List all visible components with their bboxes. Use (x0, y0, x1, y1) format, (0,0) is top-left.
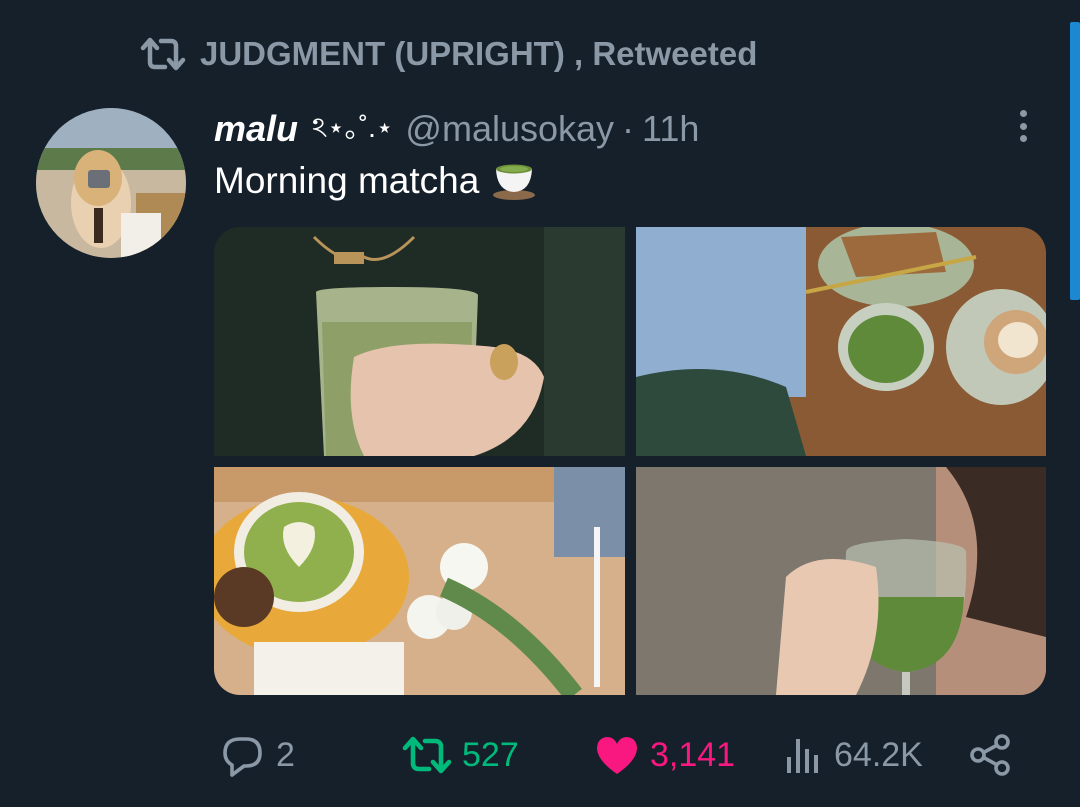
like-count: 3,141 (650, 735, 736, 774)
reply-button[interactable]: 2 (218, 720, 295, 790)
retweet-button[interactable]: 527 (402, 720, 519, 790)
timestamp[interactable]: 11h (642, 108, 699, 150)
retweet-banner-text[interactable]: JUDGMENT (UPRIGHT) , Retweeted (200, 35, 757, 73)
name-decoration: ঽ⋆｡˚.⋆ (312, 111, 394, 143)
views-icon (787, 739, 818, 773)
views-count: 64.2K (834, 735, 923, 774)
share-icon (970, 734, 1010, 776)
more-options-icon[interactable] (1008, 106, 1038, 146)
tweet-header: malu ঽ⋆｡˚.⋆ @malusokay · 11h (214, 104, 699, 154)
retweet-banner: JUDGMENT (UPRIGHT) , Retweeted (140, 32, 757, 76)
heart-icon (597, 737, 637, 774)
tweet-text: Morning matcha (214, 160, 537, 202)
photo-iced-matcha-table[interactable] (636, 227, 1046, 456)
separator: · (622, 108, 635, 149)
retweet-icon (140, 37, 186, 71)
photo-matcha-glass[interactable] (214, 227, 625, 456)
user-handle[interactable]: @malusokay (405, 108, 614, 150)
retweet-icon (402, 736, 452, 774)
scrollbar[interactable] (1070, 22, 1080, 300)
media-grid (214, 227, 1046, 695)
like-button[interactable]: 3,141 (594, 720, 735, 790)
avatar[interactable] (36, 108, 186, 258)
views-button[interactable]: 64.2K (784, 720, 923, 790)
teacup-icon (493, 164, 536, 200)
action-bar: 2 527 3,141 64.2K (0, 720, 1080, 790)
photo-matcha-latte-flowers[interactable] (214, 467, 625, 695)
display-name[interactable]: malu (214, 108, 298, 150)
retweet-count: 527 (462, 735, 519, 774)
reply-count: 2 (276, 735, 295, 774)
reply-icon (223, 737, 262, 777)
photo-matcha-wine-glass[interactable] (636, 467, 1046, 695)
share-button[interactable] (968, 720, 1012, 790)
tweet-body: Morning matcha (214, 160, 480, 201)
